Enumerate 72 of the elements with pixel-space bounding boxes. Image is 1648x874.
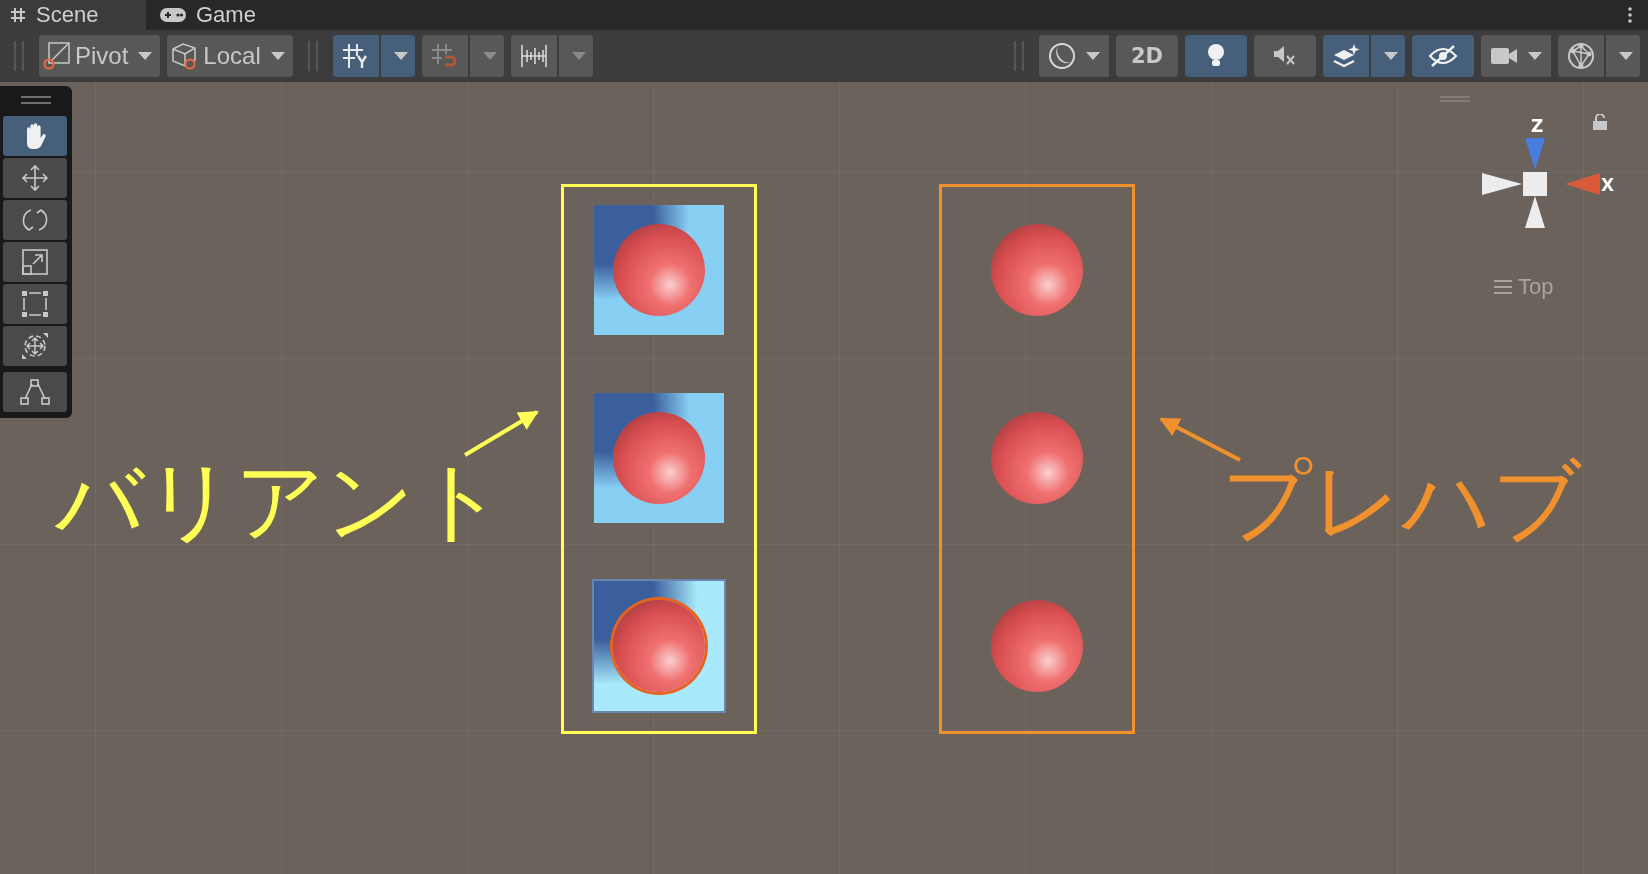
view-tab[interactable]: Scene xyxy=(0,0,146,30)
custom-tool-button[interactable] xyxy=(3,372,67,412)
caret-icon xyxy=(1086,52,1100,60)
path-nodes-icon xyxy=(20,379,50,405)
scale-tool-button[interactable] xyxy=(3,242,67,282)
camera-toggle[interactable] xyxy=(1481,35,1551,77)
sprite-object[interactable] xyxy=(594,393,724,523)
hand-tool-button[interactable] xyxy=(3,116,67,156)
shading-toggle[interactable] xyxy=(1039,35,1109,77)
pivot-dropdown[interactable]: Pivot xyxy=(39,35,161,77)
unlocked-lock-icon[interactable] xyxy=(1593,114,1607,130)
annotation-label: バリアント xyxy=(55,448,505,554)
snap-toggle[interactable] xyxy=(421,35,468,77)
scene-viewport[interactable]: Z X Top バリアント プレハブ xyxy=(0,82,1648,874)
mode2d-toggle[interactable]: 2D xyxy=(1116,35,1178,77)
axis-label: X xyxy=(1601,175,1615,195)
caret-icon xyxy=(393,52,408,60)
rect-tool-button[interactable] xyxy=(3,284,67,324)
toolbar-grip[interactable] xyxy=(307,41,318,71)
gamepad-icon xyxy=(160,8,186,22)
more-icon[interactable] xyxy=(1628,7,1632,23)
transform-icon xyxy=(21,332,49,360)
light-bulb-icon xyxy=(1206,43,1226,69)
rotate-tool-button[interactable] xyxy=(3,200,67,240)
caret-icon xyxy=(1528,52,1542,60)
caret-icon xyxy=(571,52,586,60)
view-label[interactable]: Top xyxy=(1518,274,1554,300)
ruler-icon xyxy=(519,43,548,69)
dropdown-button[interactable] xyxy=(558,35,593,77)
drag-handle-icon[interactable] xyxy=(1440,96,1470,102)
caret-icon xyxy=(1384,52,1398,60)
transform-tool-button[interactable] xyxy=(3,326,67,366)
scale-icon xyxy=(21,248,49,276)
visibility-toggle[interactable] xyxy=(1412,35,1474,77)
menu-icon[interactable] xyxy=(1494,280,1512,294)
hidden-eye-icon xyxy=(1428,44,1458,68)
increment-toggle[interactable] xyxy=(510,35,557,77)
grid-toggle[interactable] xyxy=(332,35,379,77)
dropdown-button[interactable] xyxy=(1606,35,1640,77)
caret-icon xyxy=(138,52,153,60)
gizmos-toggle[interactable] xyxy=(1558,35,1604,77)
grid-icon xyxy=(10,7,26,23)
video-camera-icon xyxy=(1490,46,1518,66)
dropdown-button[interactable] xyxy=(469,35,504,77)
axis-label: Z xyxy=(1531,116,1544,136)
muted-speaker-icon xyxy=(1273,45,1297,67)
grid-icon xyxy=(341,43,370,69)
caret-icon xyxy=(1619,52,1633,60)
local-dropdown[interactable]: Local xyxy=(167,35,293,77)
magnet-grid-icon xyxy=(430,43,459,69)
move-arrows-icon xyxy=(21,164,49,192)
globe-icon xyxy=(1567,42,1595,70)
effects-toggle[interactable] xyxy=(1323,35,1369,77)
sphere-icon xyxy=(1048,42,1076,70)
caret-icon xyxy=(482,52,497,60)
sprite-object[interactable] xyxy=(594,581,724,711)
drag-handle-icon[interactable] xyxy=(21,96,51,104)
pivot-icon xyxy=(43,42,71,70)
lighting-toggle[interactable] xyxy=(1185,35,1247,77)
dropdown-button[interactable] xyxy=(380,35,415,77)
view-tab[interactable]: Game xyxy=(146,0,274,30)
rotate-arrows-icon xyxy=(21,206,49,234)
layers-sparkle-icon xyxy=(1332,43,1360,69)
caret-icon xyxy=(270,52,285,60)
annotation-label: プレハブ xyxy=(1222,448,1582,554)
sprite-object[interactable] xyxy=(594,205,724,335)
audio-toggle[interactable] xyxy=(1254,35,1316,77)
toolbar-grip[interactable] xyxy=(14,41,24,71)
rect-transform-icon xyxy=(21,290,49,318)
move-tool-button[interactable] xyxy=(3,158,67,198)
dropdown-button[interactable] xyxy=(1371,35,1405,77)
toolbar-grip[interactable] xyxy=(1014,41,1024,71)
